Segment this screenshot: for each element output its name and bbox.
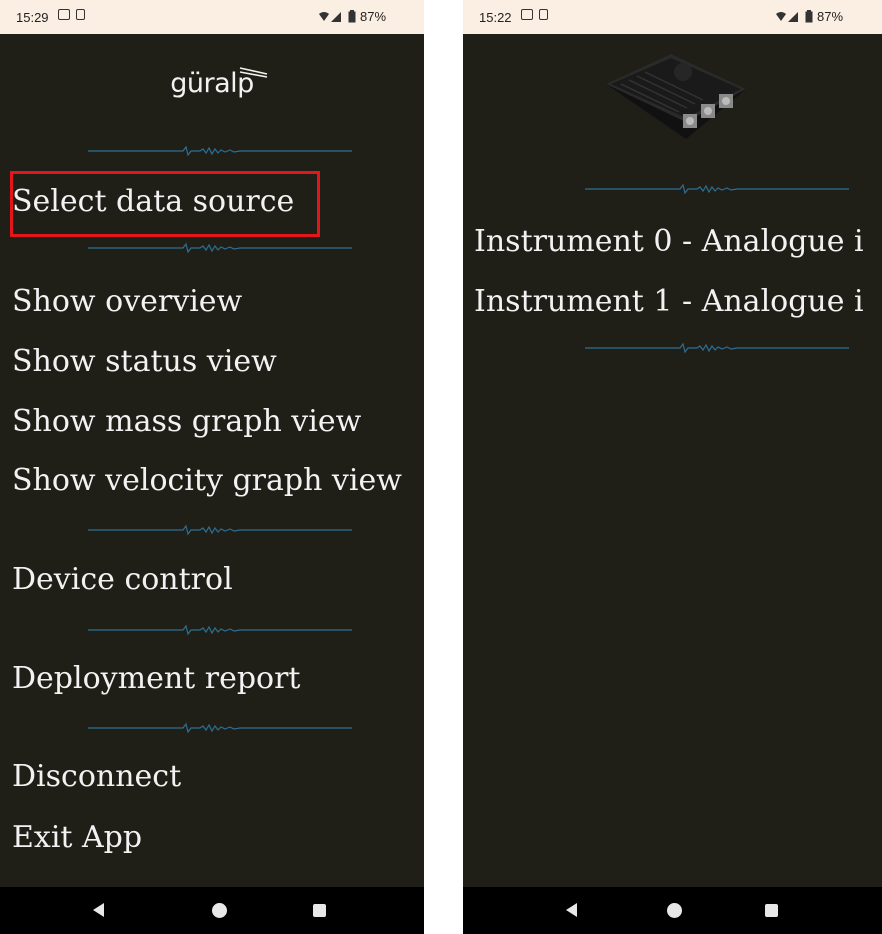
sim-icon bbox=[539, 9, 548, 20]
status-time: 15:22 bbox=[479, 10, 512, 25]
recents-icon[interactable] bbox=[765, 904, 778, 917]
menu-deployment-report[interactable]: Deployment report bbox=[12, 659, 301, 699]
status-bar: 15:29 87% bbox=[0, 0, 424, 34]
battery-icon bbox=[348, 10, 356, 23]
navigation-bar bbox=[0, 887, 424, 934]
menu-show-overview[interactable]: Show overview bbox=[12, 282, 242, 322]
seismic-wave-divider bbox=[88, 242, 352, 254]
right-phone-screen: 15:22 87% Instrument 0 - Analogue i Inst… bbox=[463, 0, 882, 934]
instrument-item[interactable]: Instrument 1 - Analogue i bbox=[474, 282, 864, 322]
signal-icon bbox=[776, 11, 798, 22]
left-phone-screen: 15:29 87% güralp Select data source Show… bbox=[0, 0, 424, 934]
navigation-bar bbox=[463, 887, 882, 934]
menu-device-control[interactable]: Device control bbox=[12, 560, 233, 600]
sim-icon bbox=[76, 9, 85, 20]
back-icon[interactable] bbox=[566, 903, 577, 917]
back-icon[interactable] bbox=[93, 903, 104, 917]
seismic-wave-divider bbox=[88, 722, 352, 734]
menu-select-data-source[interactable]: Select data source bbox=[12, 182, 294, 222]
recents-icon[interactable] bbox=[313, 904, 326, 917]
menu-show-status-view[interactable]: Show status view bbox=[12, 342, 277, 382]
seismic-wave-divider bbox=[585, 183, 849, 195]
battery-level: 87% bbox=[360, 9, 387, 24]
home-icon[interactable] bbox=[667, 903, 682, 918]
status-bar: 15:22 87% bbox=[463, 0, 882, 34]
seismic-wave-divider bbox=[88, 624, 352, 636]
seismic-wave-divider bbox=[88, 145, 352, 157]
notification-icon bbox=[521, 9, 533, 20]
menu-exit-app[interactable]: Exit App bbox=[12, 818, 142, 858]
battery-level: 87% bbox=[817, 9, 844, 24]
signal-icon bbox=[319, 11, 341, 22]
menu-disconnect[interactable]: Disconnect bbox=[12, 757, 181, 797]
status-time: 15:29 bbox=[16, 10, 49, 25]
home-icon[interactable] bbox=[212, 903, 227, 918]
instrument-item[interactable]: Instrument 0 - Analogue i bbox=[474, 222, 864, 262]
seismic-wave-divider bbox=[88, 524, 352, 536]
logo-swoosh-icon bbox=[239, 67, 268, 78]
digitizer-device-image bbox=[606, 54, 746, 139]
notification-icon bbox=[58, 9, 70, 20]
menu-show-mass-graph-view[interactable]: Show mass graph view bbox=[12, 402, 361, 442]
seismic-wave-divider bbox=[585, 342, 849, 354]
menu-show-velocity-graph-view[interactable]: Show velocity graph view bbox=[12, 461, 402, 501]
battery-icon bbox=[805, 10, 813, 23]
guralp-logo: güralp bbox=[170, 68, 254, 99]
